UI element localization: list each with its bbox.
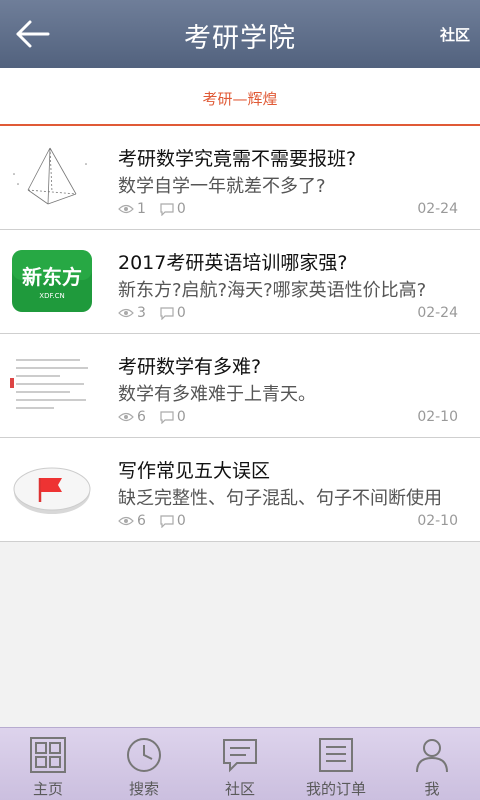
eye-icon [118, 204, 134, 214]
comment-count: 0 [176, 201, 186, 217]
comment-icon [160, 202, 174, 216]
post-title: 考研数学有多难? [118, 356, 262, 378]
tab-label: 我 [424, 780, 440, 798]
post-summary: 数学有多难难于上青天。 [118, 384, 316, 405]
bottom-tab-bar: 主页 搜索 社区 我的订单 我 [0, 727, 480, 800]
view-count: 6 [137, 409, 146, 425]
comment-count: 0 [176, 409, 186, 425]
post-item[interactable]: 考研数学究竟需不需要报班? 数学自学一年就差不多了? 1 0 02-24 [0, 126, 480, 230]
page-title: 考研学院 [184, 23, 296, 54]
community-link[interactable]: 社区 [440, 24, 470, 45]
comment-count: 0 [176, 513, 186, 529]
view-count: 6 [137, 513, 146, 529]
xdf-logo-thumbnail: 新东方 XDF.CN [12, 250, 92, 312]
comment-icon [160, 306, 174, 320]
tab-me[interactable]: 我 [384, 728, 480, 800]
view-count: 1 [137, 201, 146, 217]
post-item[interactable]: 考研数学有多难? 数学有多难难于上青天。 6 0 02-10 [0, 334, 480, 438]
post-title: 2017考研英语培训哪家强? [118, 252, 348, 274]
post-summary: 缺乏完整性、句子混乱、句子不间断使用 [118, 488, 442, 509]
geometry-sketch-thumbnail [10, 144, 94, 210]
svg-text:新东方: 新东方 [22, 265, 82, 289]
section-title: 考研—辉煌 [202, 90, 278, 108]
svg-text:XDF.CN: XDF.CN [39, 292, 64, 300]
post-date: 02-24 [417, 201, 458, 217]
tab-label: 我的订单 [305, 780, 366, 798]
post-title: 写作常见五大误区 [118, 460, 271, 482]
post-stats: 3 0 [118, 305, 186, 321]
user-icon [416, 739, 448, 773]
eye-icon [118, 308, 134, 318]
list-icon [319, 738, 353, 772]
eye-icon [118, 516, 134, 526]
chat-icon [223, 739, 257, 773]
tab-label: 社区 [224, 780, 255, 798]
view-count: 3 [137, 305, 146, 321]
post-list: 考研数学究竟需不需要报班? 数学自学一年就差不多了? 1 0 02-24 新东方… [0, 126, 480, 542]
comment-icon [160, 410, 174, 424]
post-date: 02-10 [417, 409, 458, 425]
comment-icon [160, 514, 174, 528]
clock-icon [127, 738, 161, 772]
post-item[interactable]: 新东方 XDF.CN 2017考研英语培训哪家强? 新东方?启航?海天?哪家英语… [0, 230, 480, 334]
tab-home[interactable]: 主页 [0, 728, 96, 800]
tab-community[interactable]: 社区 [192, 728, 288, 800]
tab-search[interactable]: 搜索 [96, 728, 192, 800]
document-scan-thumbnail [10, 352, 94, 418]
section-header: 考研—辉煌 [0, 68, 480, 126]
tab-label: 搜索 [128, 780, 159, 798]
post-date: 02-24 [417, 305, 458, 321]
post-stats: 6 0 [118, 409, 186, 425]
eye-icon [118, 412, 134, 422]
comment-count: 0 [176, 305, 186, 321]
post-date: 02-10 [417, 513, 458, 529]
tab-label: 主页 [32, 780, 63, 798]
post-summary: 新东方?启航?海天?哪家英语性价比高? [118, 280, 427, 301]
red-flag-thumbnail [13, 467, 91, 514]
post-title: 考研数学究竟需不需要报班? [118, 148, 357, 170]
app-header: 考研学院 社区 [0, 0, 480, 68]
post-summary: 数学自学一年就差不多了? [118, 176, 326, 197]
grid-icon [30, 737, 66, 773]
post-stats: 1 0 [118, 201, 186, 217]
post-item[interactable]: 写作常见五大误区 缺乏完整性、句子混乱、句子不间断使用 6 0 02-10 [0, 438, 480, 542]
tab-my-orders[interactable]: 我的订单 [288, 728, 384, 800]
post-stats: 6 0 [118, 513, 186, 529]
